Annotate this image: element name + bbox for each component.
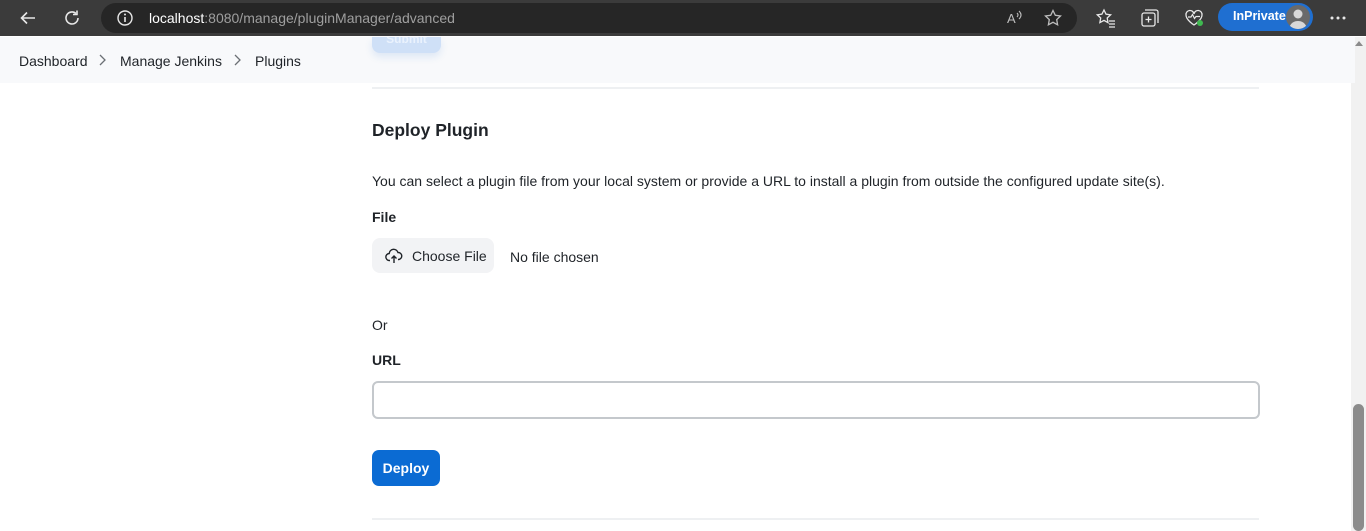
inprivate-label: InPrivate [1233,9,1286,23]
breadcrumb: Dashboard Manage Jenkins Plugins [0,37,1355,83]
submit-label: Submit [386,37,427,46]
breadcrumb-plugins[interactable]: Plugins [255,53,301,69]
url-path: :8080/manage/pluginManager/advanced [204,10,455,26]
or-text: Or [372,317,388,333]
refresh-icon [65,10,79,25]
scrollbar-thumb[interactable] [1353,404,1364,531]
scroll-up-arrow-icon[interactable] [1355,41,1363,46]
choose-file-label: Choose File [412,248,487,264]
refresh-button[interactable] [58,4,86,32]
arrow-left-icon [20,11,35,25]
section-description: You can select a plugin file from your l… [372,173,1165,189]
back-button[interactable] [14,4,42,32]
profile-avatar [1286,5,1310,29]
url-text[interactable]: localhost:8080/manage/pluginManager/adva… [149,10,455,26]
browser-essentials-icon[interactable] [1182,6,1206,30]
favorites-icon[interactable] [1094,6,1118,30]
upload-cloud-icon [385,248,403,263]
url-label: URL [372,352,401,368]
submit-button[interactable]: Submit [372,37,441,53]
site-info-icon[interactable] [115,8,135,33]
breadcrumb-manage-jenkins[interactable]: Manage Jenkins [120,53,222,69]
url-input[interactable] [372,381,1260,419]
address-bar[interactable]: localhost:8080/manage/pluginManager/adva… [101,3,1077,33]
deploy-button[interactable]: Deploy [372,450,440,486]
inprivate-button[interactable]: InPrivate [1218,3,1313,31]
breadcrumb-dashboard[interactable]: Dashboard [19,53,88,69]
section-divider-bottom [372,518,1259,520]
svg-text:A: A [1007,11,1016,26]
no-file-chosen-text: No file chosen [510,249,599,265]
file-label: File [372,209,397,225]
collections-icon[interactable] [1138,6,1162,30]
browser-toolbar: localhost:8080/manage/pluginManager/adva… [0,0,1366,36]
url-host: localhost [149,10,205,26]
favorite-star-icon[interactable] [1043,8,1063,28]
section-title: Deploy Plugin [372,120,489,140]
chevron-right-icon [99,54,106,66]
read-aloud-icon[interactable]: A [1004,8,1024,28]
section-divider [372,87,1259,89]
chevron-right-icon [234,54,241,66]
more-options-icon[interactable] [1326,6,1350,30]
choose-file-button[interactable]: Choose File [372,238,494,273]
